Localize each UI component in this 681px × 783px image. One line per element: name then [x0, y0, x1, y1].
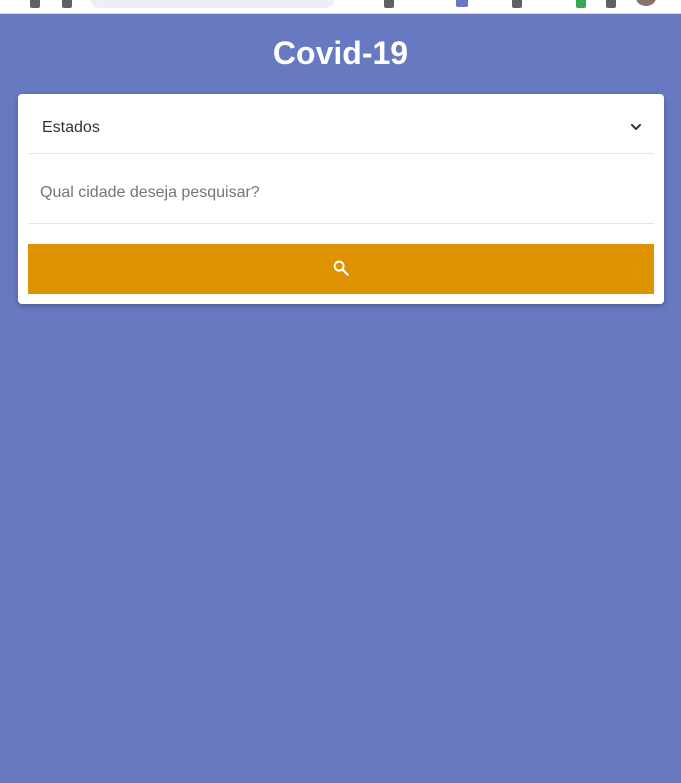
extension-icon[interactable]: [384, 0, 394, 8]
forward-icon[interactable]: [30, 0, 40, 8]
chevron-down-icon: [631, 124, 641, 130]
state-select-value: Estados: [42, 119, 100, 136]
city-search-input[interactable]: [28, 180, 654, 206]
browser-toolbar: [0, 0, 681, 14]
state-select[interactable]: Estados: [28, 94, 654, 154]
search-icon: [333, 260, 349, 276]
search-button[interactable]: [28, 244, 654, 294]
reload-icon[interactable]: [62, 0, 72, 8]
extension-icon[interactable]: [576, 0, 586, 8]
search-form-card: Estados: [18, 94, 664, 304]
extension-icon[interactable]: [512, 0, 522, 8]
puzzle-icon[interactable]: [606, 0, 616, 8]
address-bar[interactable]: [90, 0, 335, 8]
extension-badge-icon[interactable]: [456, 0, 468, 7]
page-title: Covid-19: [272, 35, 409, 71]
profile-avatar[interactable]: [636, 0, 656, 6]
city-field: [28, 154, 654, 224]
